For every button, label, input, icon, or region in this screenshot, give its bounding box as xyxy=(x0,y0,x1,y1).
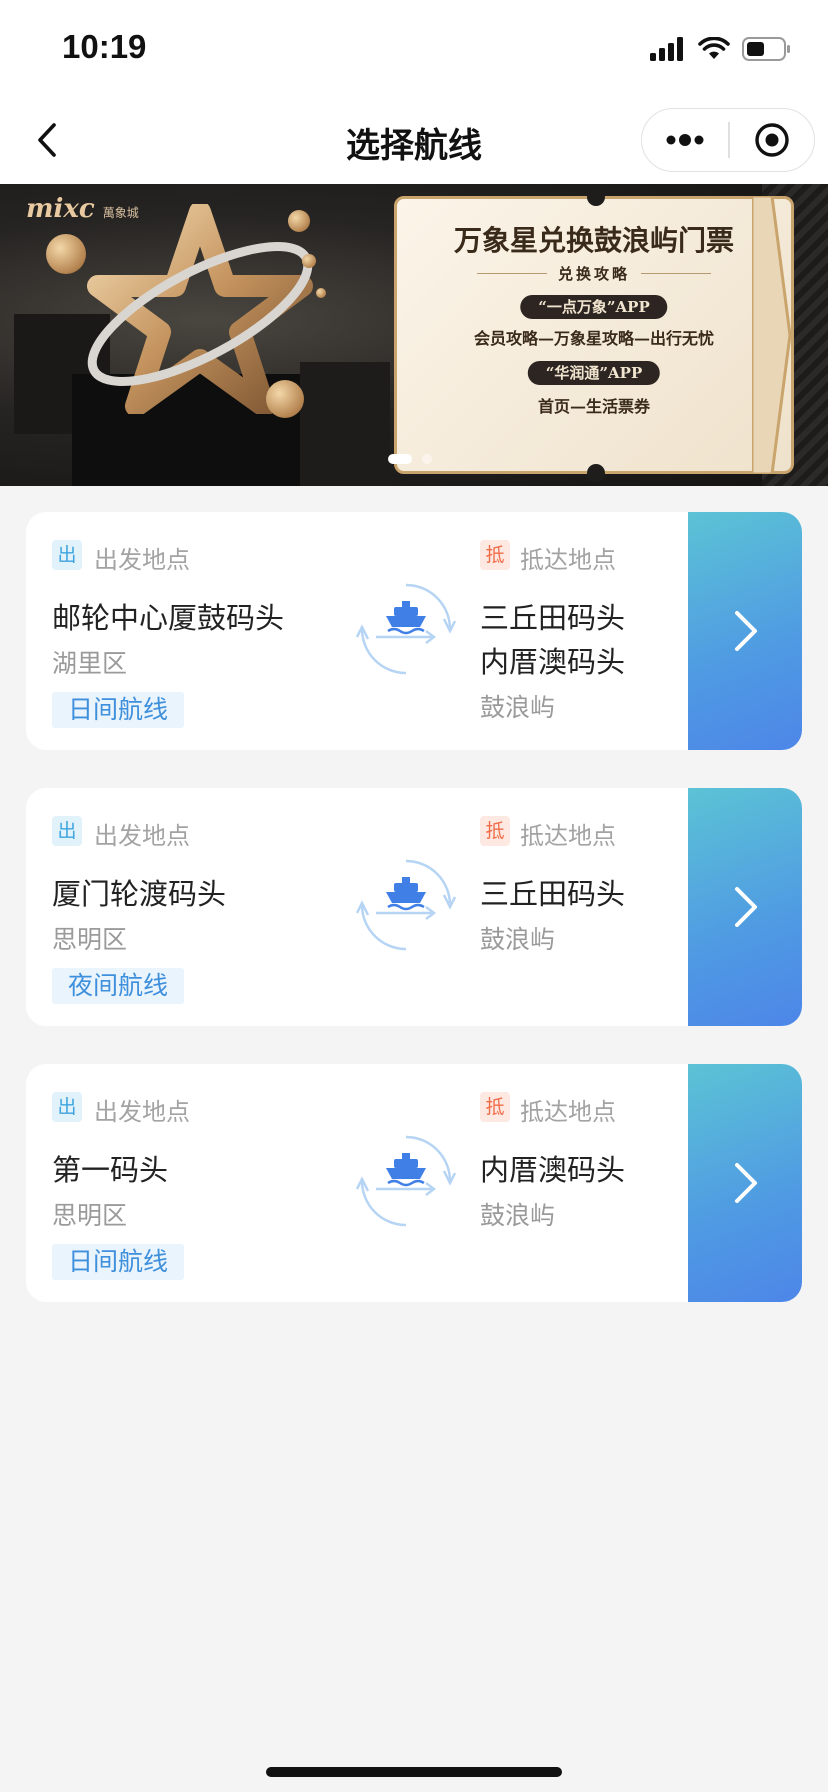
ticket-path: 会员攻略—万象星攻略—出行无忧 xyxy=(473,329,714,348)
coin-decor xyxy=(46,234,86,274)
close-mini-program-button[interactable] xyxy=(730,109,815,171)
battery-icon xyxy=(742,37,790,61)
nav-bar: 选择航线 xyxy=(0,96,828,184)
status-icons xyxy=(650,34,792,64)
departure-district: 思明区 xyxy=(52,925,128,954)
ferry-ship-icon xyxy=(356,1135,456,1227)
arrival-label: 抵达地点 xyxy=(520,1098,616,1126)
arrival-label: 抵达地点 xyxy=(520,546,616,574)
coin-decor xyxy=(266,380,304,418)
chevron-right-icon xyxy=(735,1163,757,1203)
signal-icon xyxy=(650,37,683,61)
arrival-tag: 抵 xyxy=(480,816,510,846)
ticket-notch xyxy=(587,464,605,482)
arrival-place: 内厝澳码头 xyxy=(480,645,626,679)
arrival-district: 鼓浪屿 xyxy=(480,693,556,722)
ticket-app-pill: “华润通”APP xyxy=(527,361,661,385)
arrival-tag: 抵 xyxy=(480,1092,510,1122)
departure-label: 出发地点 xyxy=(94,1098,190,1126)
target-close-icon xyxy=(755,123,789,157)
ticket-subtitle: 兑换攻略 xyxy=(557,265,630,283)
departure-label: 出发地点 xyxy=(94,822,190,850)
departure-tag: 出 xyxy=(52,816,82,846)
ticket-headline: 万象星兑换鼓浪屿门票 xyxy=(453,224,734,257)
ticket-notch xyxy=(587,188,605,206)
ferry-ship-icon xyxy=(356,859,456,951)
promo-banner[interactable]: mixc 萬象城 万象星兑换鼓浪屿门票 兑换攻略 “一点万象”APP 会员攻略—万… xyxy=(0,184,828,486)
ticket-arrow xyxy=(752,196,792,474)
banner-ticket: 万象星兑换鼓浪屿门票 兑换攻略 “一点万象”APP 会员攻略—万象星攻略—出行无… xyxy=(394,188,794,482)
chevron-right-icon xyxy=(735,887,757,927)
departure-tag: 出 xyxy=(52,540,82,570)
arrival-place: 内厝澳码头 xyxy=(480,1153,626,1187)
departure-place: 邮轮中心厦鼓码头 xyxy=(52,601,285,635)
wifi-icon xyxy=(698,37,730,59)
carousel-dot[interactable] xyxy=(422,454,432,464)
more-dots-icon xyxy=(666,134,704,146)
departure-place: 厦门轮渡码头 xyxy=(52,877,227,911)
arrival-place: 三丘田码头 xyxy=(480,877,626,911)
route-type-badge: 夜间航线 xyxy=(52,968,185,1004)
departure-district: 思明区 xyxy=(52,1201,128,1230)
route-type-badge: 日间航线 xyxy=(52,1244,185,1280)
arrival-label: 抵达地点 xyxy=(520,822,616,850)
status-bar: 10:19 xyxy=(0,0,828,96)
route-card[interactable]: 出 出发地点 厦门轮渡码头 思明区 夜间航线 抵 抵达地点 三丘田码头 鼓浪屿 xyxy=(26,788,802,1026)
departure-place: 第一码头 xyxy=(52,1153,169,1187)
route-type-badge: 日间航线 xyxy=(52,692,185,728)
mini-program-capsule xyxy=(641,108,815,172)
ferry-ship-icon xyxy=(356,583,456,675)
coin-decor xyxy=(302,254,316,268)
arrival-tag: 抵 xyxy=(480,540,510,570)
arrival-district: 鼓浪屿 xyxy=(480,925,556,954)
route-card[interactable]: 出 出发地点 第一码头 思明区 日间航线 抵 抵达地点 内厝澳码头 鼓浪屿 xyxy=(26,1064,802,1302)
ticket-path: 首页—生活票券 xyxy=(537,397,650,416)
chevron-right-icon xyxy=(735,611,757,651)
route-card[interactable]: 出 出发地点 邮轮中心厦鼓码头 湖里区 日间航线 抵 抵达地点 三丘田码头 内厝… xyxy=(26,512,802,750)
ticket-app-pill: “一点万象”APP xyxy=(520,295,668,319)
arrival-place: 三丘田码头 xyxy=(480,601,626,635)
select-route-button[interactable] xyxy=(688,512,802,750)
departure-label: 出发地点 xyxy=(94,546,190,574)
more-button[interactable] xyxy=(642,109,728,171)
coin-decor xyxy=(316,288,326,298)
select-route-button[interactable] xyxy=(688,1064,802,1302)
home-indicator xyxy=(266,1767,562,1777)
departure-district: 湖里区 xyxy=(52,649,128,678)
star-illustration xyxy=(87,204,313,414)
select-route-button[interactable] xyxy=(688,788,802,1026)
status-time: 10:19 xyxy=(62,28,147,65)
coin-decor xyxy=(288,210,310,232)
departure-tag: 出 xyxy=(52,1092,82,1122)
carousel-dot-active[interactable] xyxy=(388,454,412,464)
carousel-indicator xyxy=(388,454,432,464)
arrival-district: 鼓浪屿 xyxy=(480,1201,556,1230)
